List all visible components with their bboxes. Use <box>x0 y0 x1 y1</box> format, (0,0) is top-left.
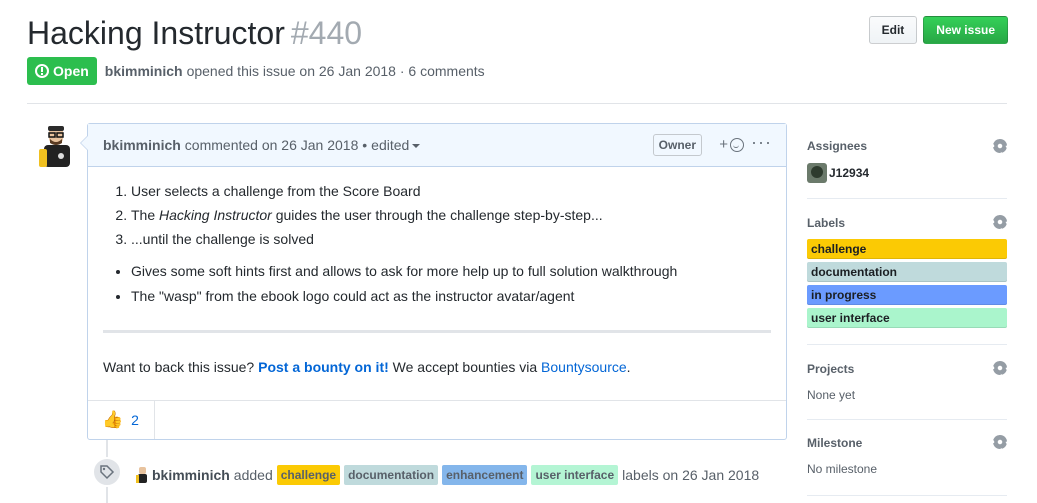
issue-meta: Open bkimminich opened this issue on 26 … <box>27 57 485 85</box>
labels-list: challenge documentation in progress user… <box>807 239 1007 331</box>
bounty-prefix: Want to back this issue? <box>103 359 255 375</box>
chevron-down-icon <box>412 144 421 149</box>
bullet-list: Gives some soft hints first and allows t… <box>103 261 771 306</box>
list-item: ...until the challenge is solved <box>131 229 771 249</box>
list-item-emphasis: Hacking Instructor <box>159 207 272 223</box>
issue-opened-text: opened this issue on 26 Jan 2018 · 6 com… <box>186 63 485 79</box>
projects-title: Projects <box>807 362 855 376</box>
avatar <box>807 163 827 183</box>
list-item-rest: guides the user through the challenge st… <box>275 207 603 223</box>
label-event: bkimminich added challenge documentation… <box>136 465 759 485</box>
label-enhancement[interactable]: enhancement <box>442 465 528 485</box>
thumbs-up-reaction[interactable]: 👍 2 <box>88 401 155 439</box>
issue-author-link[interactable]: bkimminich <box>105 63 183 79</box>
header-actions: Edit New issue <box>868 16 1008 44</box>
gear-icon[interactable] <box>993 435 1007 449</box>
assignee-item[interactable]: J12934 <box>807 163 869 183</box>
gear-icon[interactable] <box>993 215 1007 229</box>
milestone-section: Milestone No milestone <box>807 420 1007 496</box>
list-item: The Hacking Instructor guides the user t… <box>131 205 771 225</box>
label-user-interface[interactable]: user interface <box>807 308 1007 328</box>
gear-icon[interactable] <box>993 139 1007 153</box>
milestone-value: No milestone <box>807 462 878 476</box>
status-label: Open <box>53 63 89 79</box>
header-divider <box>27 103 1007 104</box>
labels-title: Labels <box>807 216 846 230</box>
comment-box: bkimminich commented on 26 Jan 2018 • ed… <box>80 123 787 440</box>
assignees-title: Assignees <box>807 139 868 153</box>
edited-dropdown[interactable]: edited <box>371 137 421 153</box>
list-item: The "wasp" from the ebook logo could act… <box>131 286 771 306</box>
bounty-end: . <box>626 359 631 375</box>
assignees-section: Assignees J12934 <box>807 123 1007 199</box>
owner-badge: Owner <box>652 134 702 156</box>
smiley-icon <box>730 137 744 152</box>
event-suffix: labels on 26 Jan 2018 <box>622 467 760 483</box>
thumbs-up-count: 2 <box>131 412 139 428</box>
issue-title-text: Hacking Instructor <box>27 15 285 51</box>
new-issue-button[interactable]: New issue <box>923 16 1008 44</box>
label-in-progress[interactable]: in progress <box>807 285 1007 305</box>
plus-label: + <box>719 136 728 153</box>
add-reaction-button[interactable]: + <box>719 136 744 153</box>
label-user-interface[interactable]: user interface <box>531 465 619 485</box>
issue-opened-icon <box>35 64 49 78</box>
avatar[interactable] <box>38 125 72 169</box>
post-bounty-link[interactable]: Post a bounty on it! <box>258 359 389 375</box>
avatar[interactable] <box>136 467 148 483</box>
projects-value: None yet <box>807 388 856 402</box>
status-badge: Open <box>27 57 97 85</box>
event-badge <box>92 457 122 487</box>
reactions-bar: 👍 2 <box>88 400 786 439</box>
comment-author-link[interactable]: bkimminich <box>103 137 181 153</box>
bountysource-link[interactable]: Bountysource <box>541 359 627 375</box>
label-documentation[interactable]: documentation <box>344 465 439 485</box>
label-documentation[interactable]: documentation <box>807 262 1007 282</box>
bounty-text: Want to back this issue? Post a bounty o… <box>103 357 771 377</box>
horizontal-rule <box>103 330 771 333</box>
event-action: added <box>233 467 273 483</box>
list-item-prefix: The <box>131 207 156 223</box>
event-author-link[interactable]: bkimminich <box>152 467 230 483</box>
comment-body: User selects a challenge from the Score … <box>88 167 786 377</box>
thumbs-up-icon: 👍 <box>102 410 124 429</box>
tag-icon <box>100 465 115 480</box>
comment-meta: commented on 26 Jan 2018 • <box>184 137 368 153</box>
list-item: Gives some soft hints first and allows t… <box>131 261 771 281</box>
comment-header: bkimminich commented on 26 Jan 2018 • ed… <box>88 124 786 167</box>
bounty-mid: We accept bounties via <box>392 359 538 375</box>
issue-title: Hacking Instructor #440 <box>27 14 362 52</box>
list-item: User selects a challenge from the Score … <box>131 181 771 201</box>
label-challenge[interactable]: challenge <box>807 239 1007 259</box>
edited-label: edited <box>371 137 410 153</box>
label-challenge[interactable]: challenge <box>276 465 341 485</box>
milestone-title: Milestone <box>807 436 863 450</box>
gear-icon[interactable] <box>993 361 1007 375</box>
issue-number: #440 <box>290 15 363 51</box>
sidebar: Assignees J12934 Labels challenge docume… <box>807 123 1007 496</box>
projects-section: Projects None yet <box>807 345 1007 420</box>
labels-section: Labels challenge documentation in progre… <box>807 199 1007 345</box>
assignee-name: J12934 <box>829 166 870 180</box>
kebab-icon[interactable]: ··· <box>751 132 772 153</box>
ordered-list: User selects a challenge from the Score … <box>103 181 771 249</box>
edit-button[interactable]: Edit <box>868 16 918 44</box>
avatar-image <box>39 126 70 167</box>
